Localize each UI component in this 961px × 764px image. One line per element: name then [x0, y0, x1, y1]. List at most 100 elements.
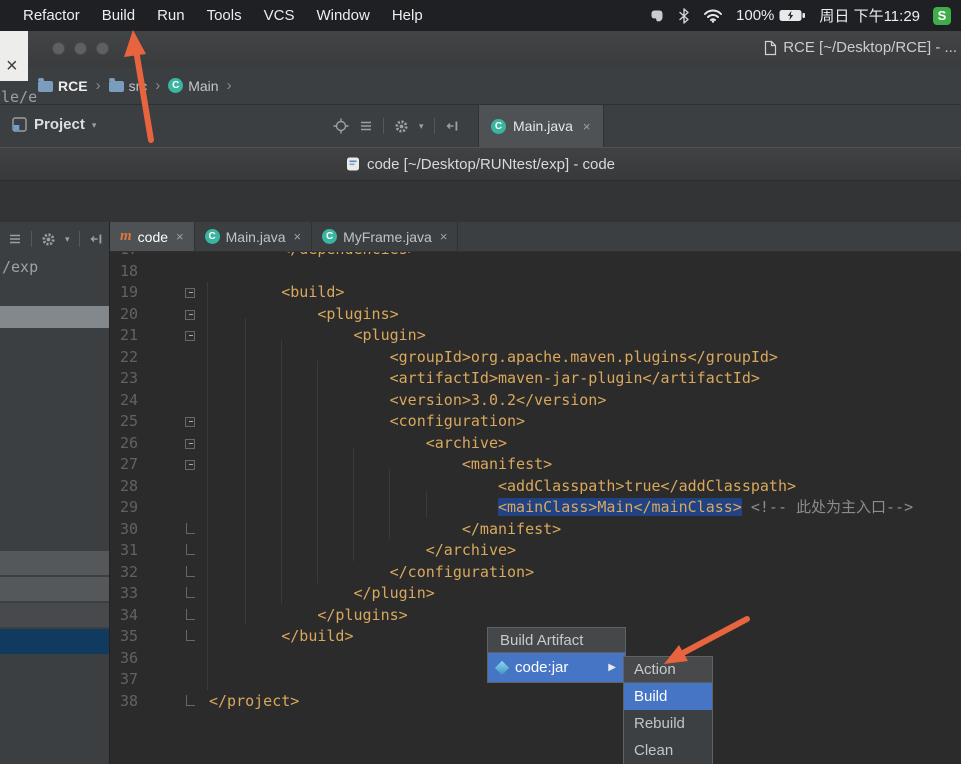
front-window-titlebar[interactable]: code [~/Desktop/RUNtest/exp] - code [0, 147, 961, 181]
fold-start-icon[interactable] [138, 411, 198, 433]
hide-panel-icon[interactable] [445, 119, 459, 133]
line-number: 26 [119, 433, 138, 452]
minimize-window-button[interactable] [74, 42, 87, 55]
collapse-all-icon[interactable] [359, 119, 373, 133]
evernote-icon[interactable] [649, 8, 665, 24]
project-panel-selector[interactable]: Project ▾ [12, 116, 96, 133]
code-text: <mainClass>Main</mainClass> <!-- 此处为主入口-… [198, 497, 913, 519]
tab-label: Main.java [225, 228, 286, 245]
toolbar-divider [31, 231, 32, 247]
gutter-space [138, 648, 198, 670]
line-number: 28 [119, 476, 138, 495]
breadcrumb-bar: RCE › src › C Main › [0, 67, 961, 105]
menu-refactor[interactable]: Refactor [12, 7, 91, 24]
close-window-button[interactable] [52, 42, 65, 55]
menu-items: Refactor Build Run Tools VCS Window Help [0, 7, 434, 24]
code-text: <manifest> [209, 455, 553, 473]
code-text: </plugin> [209, 584, 435, 602]
hide-panel-icon[interactable] [89, 232, 103, 246]
breadcrumb: RCE › src › C Main › [38, 77, 240, 94]
submenu-arrow-icon: ▶ [608, 662, 616, 673]
code-line-23: 23 <artifactId>maven-jar-plugin</artifac… [110, 368, 961, 390]
gear-icon[interactable] [394, 119, 409, 134]
tree-row[interactable] [0, 577, 109, 601]
line-number: 36 [119, 648, 138, 667]
code-text: </build> [209, 627, 354, 645]
submenu-item-build[interactable]: Build [624, 683, 712, 710]
code-text: </archive> [209, 541, 517, 559]
menu-run[interactable]: Run [146, 7, 196, 24]
fold-end-icon[interactable] [138, 540, 198, 562]
fold-start-icon[interactable] [138, 282, 198, 304]
code-text: </dependencies> [198, 252, 416, 261]
close-tab-icon[interactable]: × [176, 229, 184, 244]
code-line-24: 24 <version>3.0.2</version> [110, 390, 961, 412]
tree-row[interactable] [0, 306, 109, 328]
gutter-space [138, 368, 198, 390]
line-number: 19 [119, 283, 138, 301]
breadcrumb-item-main[interactable]: C Main [168, 78, 219, 94]
proxy-icon[interactable]: S [933, 6, 951, 25]
close-tab-icon[interactable]: × [294, 229, 302, 244]
code-line-21: 21 <plugin> [110, 325, 961, 347]
zoom-window-button[interactable] [96, 42, 109, 55]
code-text: <addClasspath>true</addClasspath> [209, 476, 796, 495]
fold-start-icon[interactable] [138, 304, 198, 326]
tree-row[interactable] [0, 629, 109, 654]
bluetooth-icon[interactable] [678, 7, 690, 24]
menubar-clock[interactable]: 周日 下午11:29 [819, 5, 920, 26]
line-number: 23 [119, 369, 138, 387]
code-editor[interactable]: 17 </dependencies>1819 <build>20 <plugin… [110, 252, 961, 764]
code-line-18: 18 [110, 261, 961, 283]
wifi-icon[interactable] [703, 8, 723, 23]
fold-end-icon[interactable] [138, 626, 198, 648]
menu-help[interactable]: Help [381, 7, 434, 24]
gutter-space [138, 347, 198, 369]
edge-tab-close[interactable]: × [0, 31, 28, 81]
breadcrumb-item-src[interactable]: src [108, 78, 147, 94]
fold-end-icon[interactable] [138, 519, 198, 541]
code-text: </configuration> [209, 562, 535, 581]
menu-build[interactable]: Build [91, 7, 146, 24]
menu-tools[interactable]: Tools [196, 7, 253, 24]
battery-status[interactable]: 100% [736, 7, 806, 24]
submenu-item-clean[interactable]: Clean [624, 737, 712, 764]
fold-start-icon[interactable] [138, 454, 198, 476]
tree-row[interactable] [0, 603, 109, 627]
fold-end-icon[interactable] [138, 605, 198, 627]
fold-start-icon[interactable] [138, 325, 198, 347]
back-editor-tab-main-java[interactable]: C Main.java × [478, 105, 604, 147]
fold-end-icon[interactable] [138, 691, 198, 713]
code-line-28: 28 <addClasspath>true</addClasspath> [110, 476, 961, 498]
breadcrumb-label: RCE [58, 77, 88, 94]
menu-vcs[interactable]: VCS [253, 7, 306, 24]
close-icon: × [6, 55, 18, 77]
fold-end-icon[interactable] [138, 583, 198, 605]
fold-start-icon[interactable] [138, 433, 198, 455]
menu-window[interactable]: Window [305, 7, 380, 24]
chevron-right-icon: › [226, 77, 232, 94]
locate-target-icon[interactable] [333, 118, 349, 134]
class-icon: C [168, 78, 184, 93]
gear-icon[interactable] [41, 232, 56, 247]
line-number: 38 [119, 691, 138, 710]
project-root-path[interactable]: /exp [2, 258, 109, 276]
code-line-29: 29 <mainClass>Main</mainClass> <!-- 此处为主… [110, 497, 961, 519]
gutter-space [138, 261, 198, 283]
close-tab-icon[interactable]: × [440, 229, 448, 244]
editor-tab-code[interactable]: m code × [110, 222, 195, 251]
editor-tab-myframe-java[interactable]: C MyFrame.java × [312, 222, 459, 251]
collapse-all-icon[interactable] [8, 232, 22, 246]
close-tab-icon[interactable]: × [583, 119, 591, 134]
editor-tab-main-java[interactable]: C Main.java × [195, 222, 313, 251]
breadcrumb-item-rce[interactable]: RCE [38, 78, 88, 94]
line-number: 21 [119, 326, 138, 344]
back-window-titlebar: RCE [~/Desktop/RCE] - ... [0, 31, 961, 68]
line-number: 18 [119, 261, 138, 280]
fold-end-icon[interactable] [138, 562, 198, 584]
artifact-item-code-jar[interactable]: code:jar ▶ [487, 653, 626, 683]
submenu-item-rebuild[interactable]: Rebuild [624, 710, 712, 737]
tree-row[interactable] [0, 551, 109, 575]
code-line-22: 22 <groupId>org.apache.maven.plugins</gr… [110, 347, 961, 369]
